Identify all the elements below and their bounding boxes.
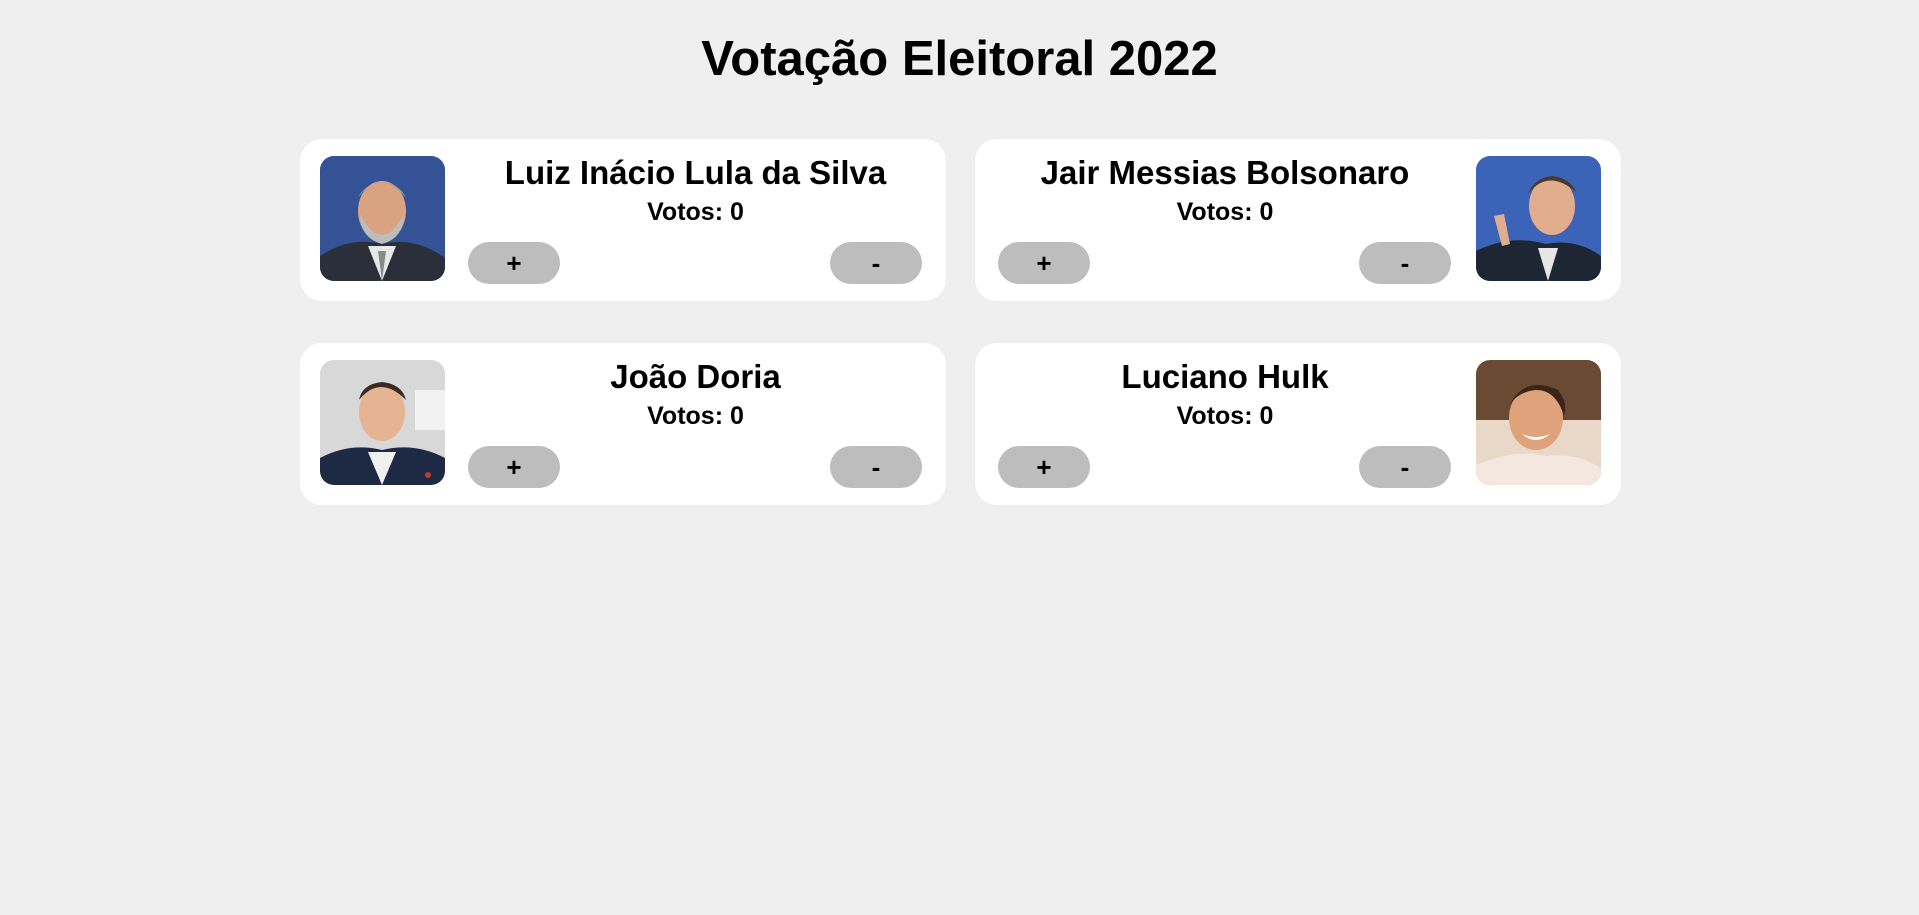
candidate-votes: Votos: 0 <box>995 401 1455 431</box>
candidate-name: Luiz Inácio Lula da Silva <box>504 154 887 191</box>
candidate-card-lula: Luiz Inácio Lula da Silva Votos: 0 + - <box>300 139 946 301</box>
candidate-votes: Votos: 0 <box>467 401 924 431</box>
candidate-card-doria: João Doria Votos: 0 + - <box>300 343 946 505</box>
votes-count: 0 <box>1259 402 1274 430</box>
votes-label: Votos: <box>647 402 724 430</box>
candidate-photo-bolsonaro <box>1476 156 1601 281</box>
candidate-card-bolsonaro: Jair Messias Bolsonaro Votos: 0 + - <box>975 139 1621 301</box>
votes-label: Votos: <box>647 198 724 226</box>
votes-count: 0 <box>729 198 744 226</box>
candidate-name: Jair Messias Bolsonaro <box>1040 154 1410 191</box>
candidate-votes: Votos: 0 <box>467 197 924 227</box>
candidate-card-hulk: Luciano Hulk Votos: 0 + - <box>975 343 1621 505</box>
votes-label: Votos: <box>1176 402 1253 430</box>
remove-vote-button[interactable]: - <box>830 446 922 488</box>
add-vote-button[interactable]: + <box>468 446 560 488</box>
remove-vote-button[interactable]: - <box>1359 446 1451 488</box>
candidate-name: João Doria <box>610 358 781 395</box>
candidate-photo-doria <box>320 360 445 485</box>
add-vote-button[interactable]: + <box>468 242 560 284</box>
page-title: Votação Eleitoral 2022 <box>701 32 1218 86</box>
candidate-photo-hulk <box>1476 360 1601 485</box>
remove-vote-button[interactable]: - <box>1359 242 1451 284</box>
remove-vote-button[interactable]: - <box>830 242 922 284</box>
candidate-votes: Votos: 0 <box>995 197 1455 227</box>
candidate-name: Luciano Hulk <box>1121 358 1329 395</box>
votes-label: Votos: <box>1176 198 1253 226</box>
votes-count: 0 <box>1259 198 1274 226</box>
add-vote-button[interactable]: + <box>998 446 1090 488</box>
votes-count: 0 <box>729 402 744 430</box>
add-vote-button[interactable]: + <box>998 242 1090 284</box>
candidate-photo-lula <box>320 156 445 281</box>
